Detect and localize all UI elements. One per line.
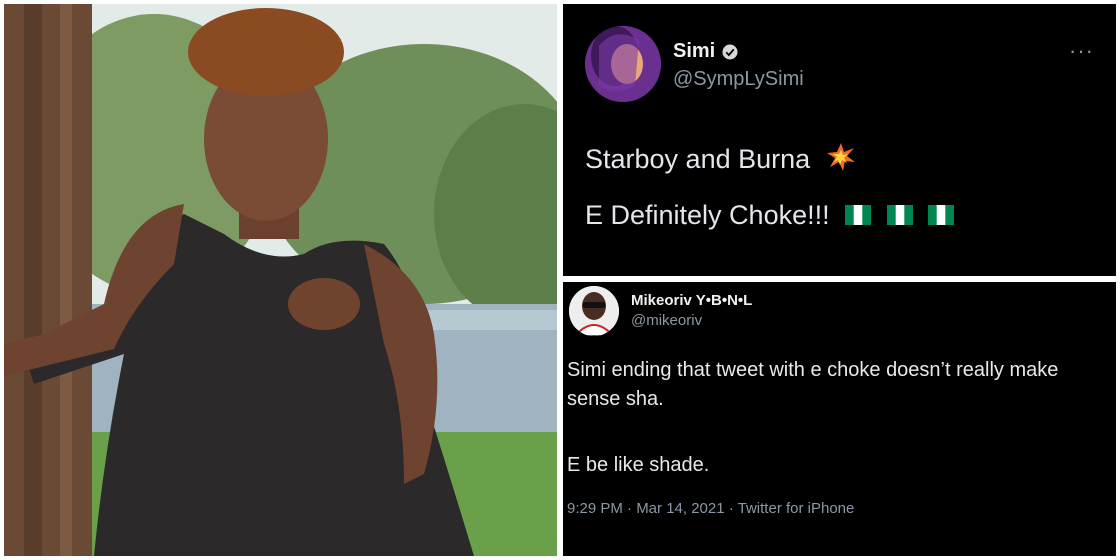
- collision-emoji-icon: [826, 143, 855, 171]
- nigeria-flag-icon: [845, 205, 872, 225]
- photo-illustration: [4, 4, 557, 556]
- tweet-card-simi[interactable]: Simi @SympLySimi ··· Starboy and Burna E…: [563, 4, 1116, 276]
- tweet-text-line-2: E Definitely Choke!!!: [585, 200, 955, 231]
- verified-badge-icon: [722, 44, 738, 59]
- tweet-timestamp[interactable]: 9:29 PM · Mar 14, 2021 · Twitter for iPh…: [567, 500, 854, 517]
- author-name-row: Mikeoriv Y•B•N•L: [631, 292, 752, 309]
- tweet-card-mikeoriv[interactable]: Mikeoriv Y•B•N•L @mikeoriv Simi ending t…: [563, 282, 1116, 556]
- handle[interactable]: @mikeoriv: [631, 312, 702, 329]
- handle[interactable]: @SympLySimi: [673, 68, 804, 91]
- author-name-row: Simi: [673, 40, 739, 63]
- nigeria-flag-icon: [886, 205, 913, 225]
- nigeria-flag-icon: [928, 205, 955, 225]
- tweet-text-paragraph-2: E be like shade.: [567, 454, 710, 476]
- tweet-text-line-2-text: E Definitely Choke!!!: [585, 200, 830, 230]
- tweet-text-line-1: Starboy and Burna: [585, 142, 856, 175]
- avatar[interactable]: [585, 26, 661, 102]
- avatar[interactable]: [569, 286, 619, 336]
- avatar-illustration: [569, 286, 619, 336]
- display-name[interactable]: Simi: [673, 40, 715, 63]
- tweet-text-line-1-text: Starboy and Burna: [585, 144, 811, 174]
- avatar-illustration: [585, 26, 661, 102]
- profile-photo: [4, 4, 557, 556]
- display-name[interactable]: Mikeoriv Y•B•N•L: [631, 292, 752, 309]
- more-options-icon[interactable]: ···: [1069, 38, 1094, 64]
- tweet-text: Simi ending that tweet with e choke does…: [567, 359, 1059, 410]
